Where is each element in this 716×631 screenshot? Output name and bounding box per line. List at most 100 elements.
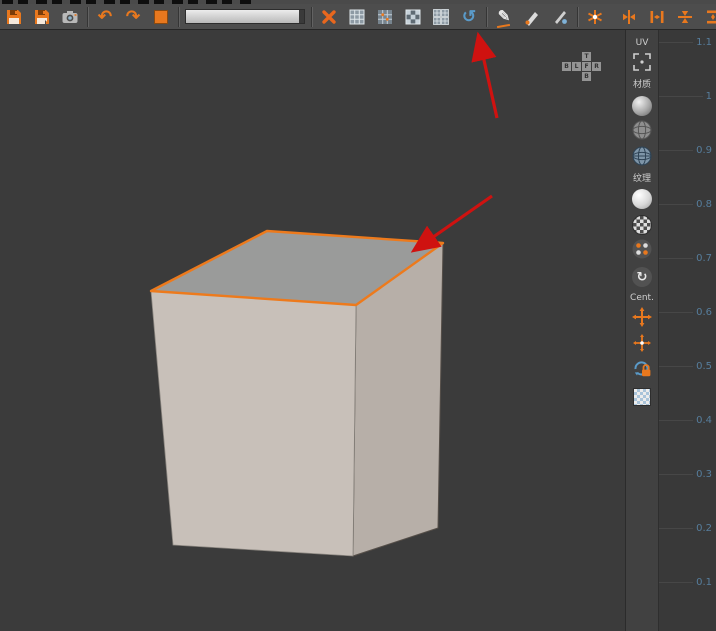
cube-front-face[interactable] (150, 290, 357, 557)
stop-icon (154, 9, 168, 24)
rotate-circle-icon: ↻ (632, 267, 652, 288)
grid-multi-button[interactable] (430, 6, 452, 28)
nav-face-bottom[interactable]: B (582, 72, 591, 81)
save-as-icon (33, 8, 51, 26)
material-section-label: 材质 (632, 79, 651, 90)
wireframe-sphere-icon (632, 120, 652, 144)
texture-plain-button[interactable] (630, 187, 654, 211)
ruler-tick: 1 (659, 90, 712, 102)
ruler-tick: 0.5 (659, 360, 712, 372)
lock-rotation-button[interactable] (630, 359, 654, 383)
ruler-tick: 1.1 (659, 36, 712, 48)
nav-cube-widget: T B L F R B (562, 52, 604, 82)
ruler-tick: 0.1 (659, 576, 712, 588)
pen-tool-button[interactable]: ✎ (493, 6, 515, 28)
nav-face-back[interactable]: B (562, 62, 571, 71)
center-move-button[interactable] (630, 307, 654, 331)
center-section-label: Cent. (630, 293, 654, 304)
scene-canvas[interactable] (0, 30, 625, 631)
distribute-vertical-button[interactable] (702, 6, 716, 28)
selection-frame-icon (632, 52, 652, 76)
reload-icon: ↺ (461, 7, 477, 26)
grid-multi-icon (432, 8, 450, 26)
grid-full-icon (348, 8, 366, 26)
ruler-tick: 0.4 (659, 414, 712, 426)
distribute-horizontal-button[interactable] (646, 6, 668, 28)
save-button[interactable] (3, 6, 25, 28)
cutter-icon (551, 8, 569, 26)
lock-arrow-icon (632, 359, 652, 383)
app-window: ↶ ↷ ↺ ✎ T B L F R B UV 材质 纹理 ↻ Cent. 1.1… (0, 0, 716, 631)
undo-button[interactable]: ↶ (94, 6, 116, 28)
grid-dots-icon (376, 8, 394, 26)
ruler-tick: 0.9 (659, 144, 712, 156)
delete-button[interactable] (318, 6, 340, 28)
redo-button[interactable]: ↷ (122, 6, 144, 28)
toolbar-separator (311, 6, 312, 27)
annotation-arrow-to-cube (410, 194, 493, 253)
uv-section-label: UV (635, 38, 649, 48)
ruler-tick: 0.2 (659, 522, 712, 534)
checker-map-button[interactable] (630, 385, 654, 409)
grid-shaded-button[interactable] (402, 6, 424, 28)
ruler-tick: 0.3 (659, 468, 712, 480)
nav-face-top[interactable]: T (582, 52, 591, 61)
save-as-button[interactable] (31, 6, 53, 28)
nav-face-right[interactable]: R (592, 62, 601, 71)
globe-icon (632, 146, 652, 170)
center-move-alt-button[interactable] (630, 333, 654, 357)
texture-rotate-button[interactable]: ↻ (630, 265, 654, 289)
toolbar-separator (178, 6, 179, 27)
texture-checker-button[interactable] (630, 213, 654, 237)
viewport-3d[interactable]: T B L F R B (0, 30, 625, 631)
grid-full-button[interactable] (346, 6, 368, 28)
move-crosshair-dots-icon (632, 333, 652, 357)
toolbar-separator (486, 6, 487, 27)
ruler-tick: 0.7 (659, 252, 712, 264)
nav-face-left[interactable]: L (572, 62, 581, 71)
nav-face-front[interactable]: F (582, 62, 591, 71)
ruler-tick: 0.8 (659, 198, 712, 210)
align-center-horizontal-icon (620, 8, 638, 26)
checker-square-icon (633, 388, 651, 407)
main-toolbar: ↶ ↷ ↺ ✎ (0, 4, 716, 30)
align-center-vertical-button[interactable] (674, 6, 696, 28)
align-center-horizontal-button[interactable] (618, 6, 640, 28)
align-center-vertical-icon (676, 8, 694, 26)
white-sphere-icon (632, 189, 652, 210)
dots-circle-icon (632, 239, 652, 263)
annotation-arrow-to-toolbar (471, 31, 499, 119)
toolbar-separator (87, 6, 88, 27)
pen-icon: ✎ (497, 8, 511, 25)
checker-circle-icon (632, 215, 652, 236)
stop-button[interactable] (150, 6, 172, 28)
texture-dots-button[interactable] (630, 239, 654, 263)
cutter-tool-button[interactable] (549, 6, 571, 28)
screenshot-button[interactable] (59, 6, 81, 28)
move-crosshair-icon (632, 307, 652, 331)
progress-bar[interactable] (185, 9, 305, 24)
save-icon (5, 8, 23, 26)
texture-section-label: 纹理 (632, 173, 651, 184)
undo-icon: ↶ (97, 7, 113, 26)
knife-tool-button[interactable] (521, 6, 543, 28)
camera-icon (61, 8, 79, 26)
content-area: T B L F R B UV 材质 纹理 ↻ Cent. 1.1 1 0.9 0… (0, 30, 716, 631)
right-tool-sidebar: UV 材质 纹理 ↻ Cent. (625, 30, 658, 631)
weld-tool-button[interactable] (584, 6, 606, 28)
shaded-sphere-icon (632, 95, 652, 116)
weld-star-icon (586, 8, 604, 26)
uv-selection-frame-button[interactable] (630, 52, 654, 76)
material-wireframe-button[interactable] (630, 120, 654, 144)
material-globe-button[interactable] (630, 146, 654, 170)
toolbar-separator (577, 6, 578, 27)
grid-dots-button[interactable] (374, 6, 396, 28)
material-shaded-button[interactable] (630, 94, 654, 118)
grid-shaded-icon (404, 8, 422, 26)
reload-button[interactable]: ↺ (458, 6, 480, 28)
progress-bar-fill (186, 10, 300, 23)
delete-x-icon (320, 8, 338, 26)
distribute-vertical-icon (704, 8, 716, 26)
uv-ruler: 1.1 1 0.9 0.8 0.7 0.6 0.5 0.4 0.3 0.2 0.… (658, 30, 716, 631)
distribute-horizontal-icon (648, 8, 666, 26)
